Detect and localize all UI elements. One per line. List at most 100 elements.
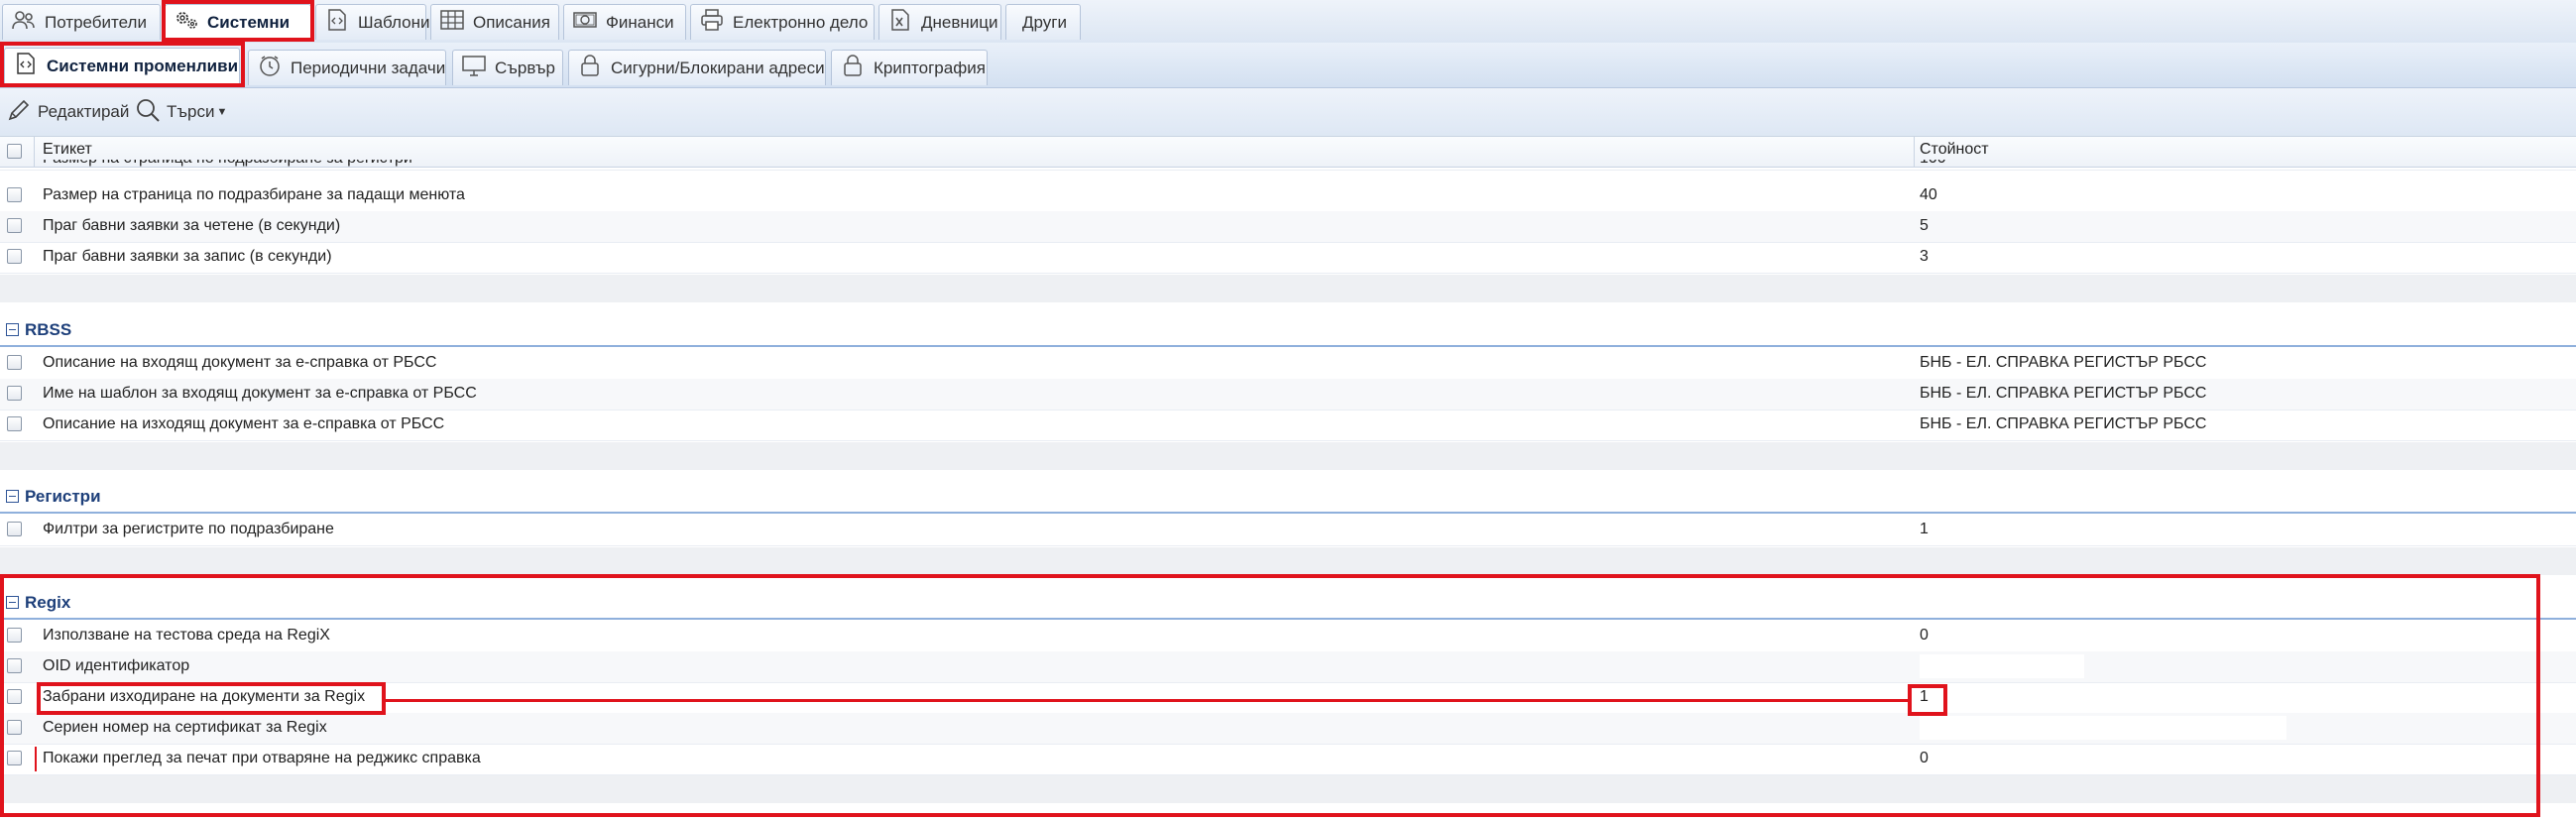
group-title: Regix — [25, 593, 71, 612]
tab-periodic-tasks[interactable]: Периодични задачи — [248, 50, 446, 85]
tab-other[interactable]: Други — [1005, 4, 1081, 40]
row-checkbox[interactable] — [7, 689, 22, 704]
row-value: БНБ - ЕЛ. СПРАВКА РЕГИСТЪР РБСС — [1920, 385, 2207, 402]
row-checkbox[interactable] — [7, 416, 22, 431]
table-row-partial[interactable]: Размер на страница по подразбиране за ре… — [0, 160, 2576, 171]
row-checkbox[interactable] — [7, 187, 22, 202]
row-value: БНБ - ЕЛ. СПРАВКА РЕГИСТЪР РБСС — [1920, 415, 2207, 432]
table-row[interactable]: Описание на изходящ документ за е-справк… — [0, 410, 2576, 441]
table-row[interactable]: Използване на тестова среда на RegiX 0 — [0, 621, 2576, 652]
row-value: 0 — [1920, 627, 1929, 644]
code-file-icon — [13, 52, 39, 80]
tab-cryptography[interactable]: Криптография — [831, 50, 988, 85]
row-checkbox[interactable] — [7, 249, 22, 264]
row-checkbox[interactable] — [7, 658, 22, 673]
tab-label: Финанси — [606, 12, 674, 32]
collapse-icon[interactable] — [6, 490, 19, 503]
group-header-regix[interactable]: Regix — [0, 588, 2576, 620]
row-value: 1 — [1920, 688, 1929, 705]
column-header-label[interactable]: Етикет — [43, 141, 92, 159]
table-row[interactable]: Размер на страница по подразбиране за па… — [0, 180, 2576, 212]
tab-label: Системни променливи — [47, 56, 239, 75]
group-title: RBSS — [25, 320, 72, 339]
table-row[interactable]: Филтри за регистрите по подразбиране 1 — [0, 515, 2576, 546]
row-label: Име на шаблон за входящ документ за е-сп… — [43, 385, 477, 402]
table-row[interactable]: Име на шаблон за входящ документ за е-сп… — [0, 379, 2576, 410]
group-footer — [0, 442, 2576, 470]
tab-finance[interactable]: Финанси — [563, 4, 686, 40]
tab-label: Криптография — [874, 58, 986, 77]
tab-electronic-file[interactable]: Електронно дело — [690, 4, 875, 40]
tab-secure-blocked-addresses[interactable]: Сигурни/Блокирани адреси — [568, 50, 826, 85]
table-row[interactable]: OID идентификатор — [0, 651, 2576, 683]
search-button[interactable]: Търси ▼ — [135, 96, 227, 128]
tab-label: Сигурни/Блокирани адреси — [611, 58, 825, 77]
tab-system[interactable]: Системни — [165, 4, 311, 40]
row-value: 100 — [1920, 160, 1946, 168]
value-field — [1920, 716, 2286, 740]
tab-label: Периодични задачи — [291, 58, 446, 77]
row-checkbox[interactable] — [7, 720, 22, 735]
table-row[interactable]: Праг бавни заявки за четене (в секунди) … — [0, 211, 2576, 243]
group-footer — [0, 775, 2576, 803]
table-row[interactable]: Праг бавни заявки за запис (в секунди) 3 — [0, 242, 2576, 274]
table-row-highlighted[interactable]: Забрани изходиране на документи за Regix… — [0, 682, 2576, 714]
table-icon — [439, 8, 465, 37]
tab-label: Описания — [473, 12, 550, 32]
group-footer — [0, 275, 2576, 302]
row-value: 0 — [1920, 750, 1929, 766]
row-checkbox[interactable] — [7, 355, 22, 370]
tab-users[interactable]: Потребители — [2, 4, 161, 40]
group-title: Регистри — [25, 487, 101, 506]
pencil-icon — [6, 97, 32, 128]
select-all-checkbox[interactable] — [7, 144, 22, 159]
row-label: Филтри за регистрите по подразбиране — [43, 521, 334, 537]
excel-file-icon — [887, 8, 913, 37]
row-value: 1 — [1920, 521, 1929, 537]
row-marker — [35, 747, 37, 771]
tab-label: Електронно дело — [733, 12, 869, 32]
row-label: Забрани изходиране на документи за Regix — [43, 688, 366, 705]
money-icon — [572, 8, 598, 37]
row-value: 3 — [1920, 248, 1929, 265]
caret-down-icon: ▼ — [216, 106, 228, 118]
row-checkbox[interactable] — [7, 522, 22, 536]
row-checkbox[interactable] — [7, 386, 22, 401]
column-header-value[interactable]: Стойност — [1920, 141, 1989, 159]
row-label: OID идентификатор — [43, 657, 190, 674]
tab-label: Дневници — [921, 12, 998, 32]
table-row[interactable]: Сериен номер на сертификат за Regix — [0, 713, 2576, 745]
group-header-registers[interactable]: Регистри — [0, 482, 2576, 514]
users-icon — [11, 8, 37, 37]
tab-system-variables[interactable]: Системни променливи — [4, 48, 240, 83]
row-label: Описание на входящ документ за е-справка… — [43, 354, 437, 371]
collapse-icon[interactable] — [6, 596, 19, 609]
search-icon — [135, 97, 161, 128]
tab-descriptions[interactable]: Описания — [430, 4, 559, 40]
tab-server[interactable]: Сървър — [452, 50, 563, 85]
row-label: Размер на страница по подразбиране за ре… — [43, 160, 412, 168]
table-row[interactable]: Описание на входящ документ за е-справка… — [0, 348, 2576, 380]
tab-journals[interactable]: Дневници — [878, 4, 1001, 40]
toolbar — [0, 88, 2576, 139]
value-field — [1920, 654, 2084, 678]
collapse-icon[interactable] — [6, 323, 19, 336]
row-checkbox[interactable] — [7, 751, 22, 765]
row-label: Сериен номер на сертификат за Regix — [43, 719, 327, 736]
gears-icon — [174, 8, 199, 37]
row-label: Описание на изходящ документ за е-справк… — [43, 415, 445, 432]
row-label: Праг бавни заявки за четене (в секунди) — [43, 217, 341, 234]
tab-templates[interactable]: Шаблони — [315, 4, 430, 40]
tab-label: Системни — [207, 12, 291, 32]
table-row[interactable]: Покажи преглед за печат при отваряне на … — [0, 744, 2576, 775]
search-label: Търси — [167, 102, 215, 121]
tab-label: Други — [1022, 12, 1067, 32]
row-label: Праг бавни заявки за запис (в секунди) — [43, 248, 332, 265]
tab-label: Шаблони — [358, 12, 430, 32]
row-value: 5 — [1920, 217, 1929, 234]
edit-button[interactable]: Редактирай — [6, 96, 129, 128]
row-checkbox[interactable] — [7, 218, 22, 233]
row-checkbox[interactable] — [7, 628, 22, 643]
group-header-rbss[interactable]: RBSS — [0, 315, 2576, 347]
edit-label: Редактирай — [38, 102, 130, 121]
